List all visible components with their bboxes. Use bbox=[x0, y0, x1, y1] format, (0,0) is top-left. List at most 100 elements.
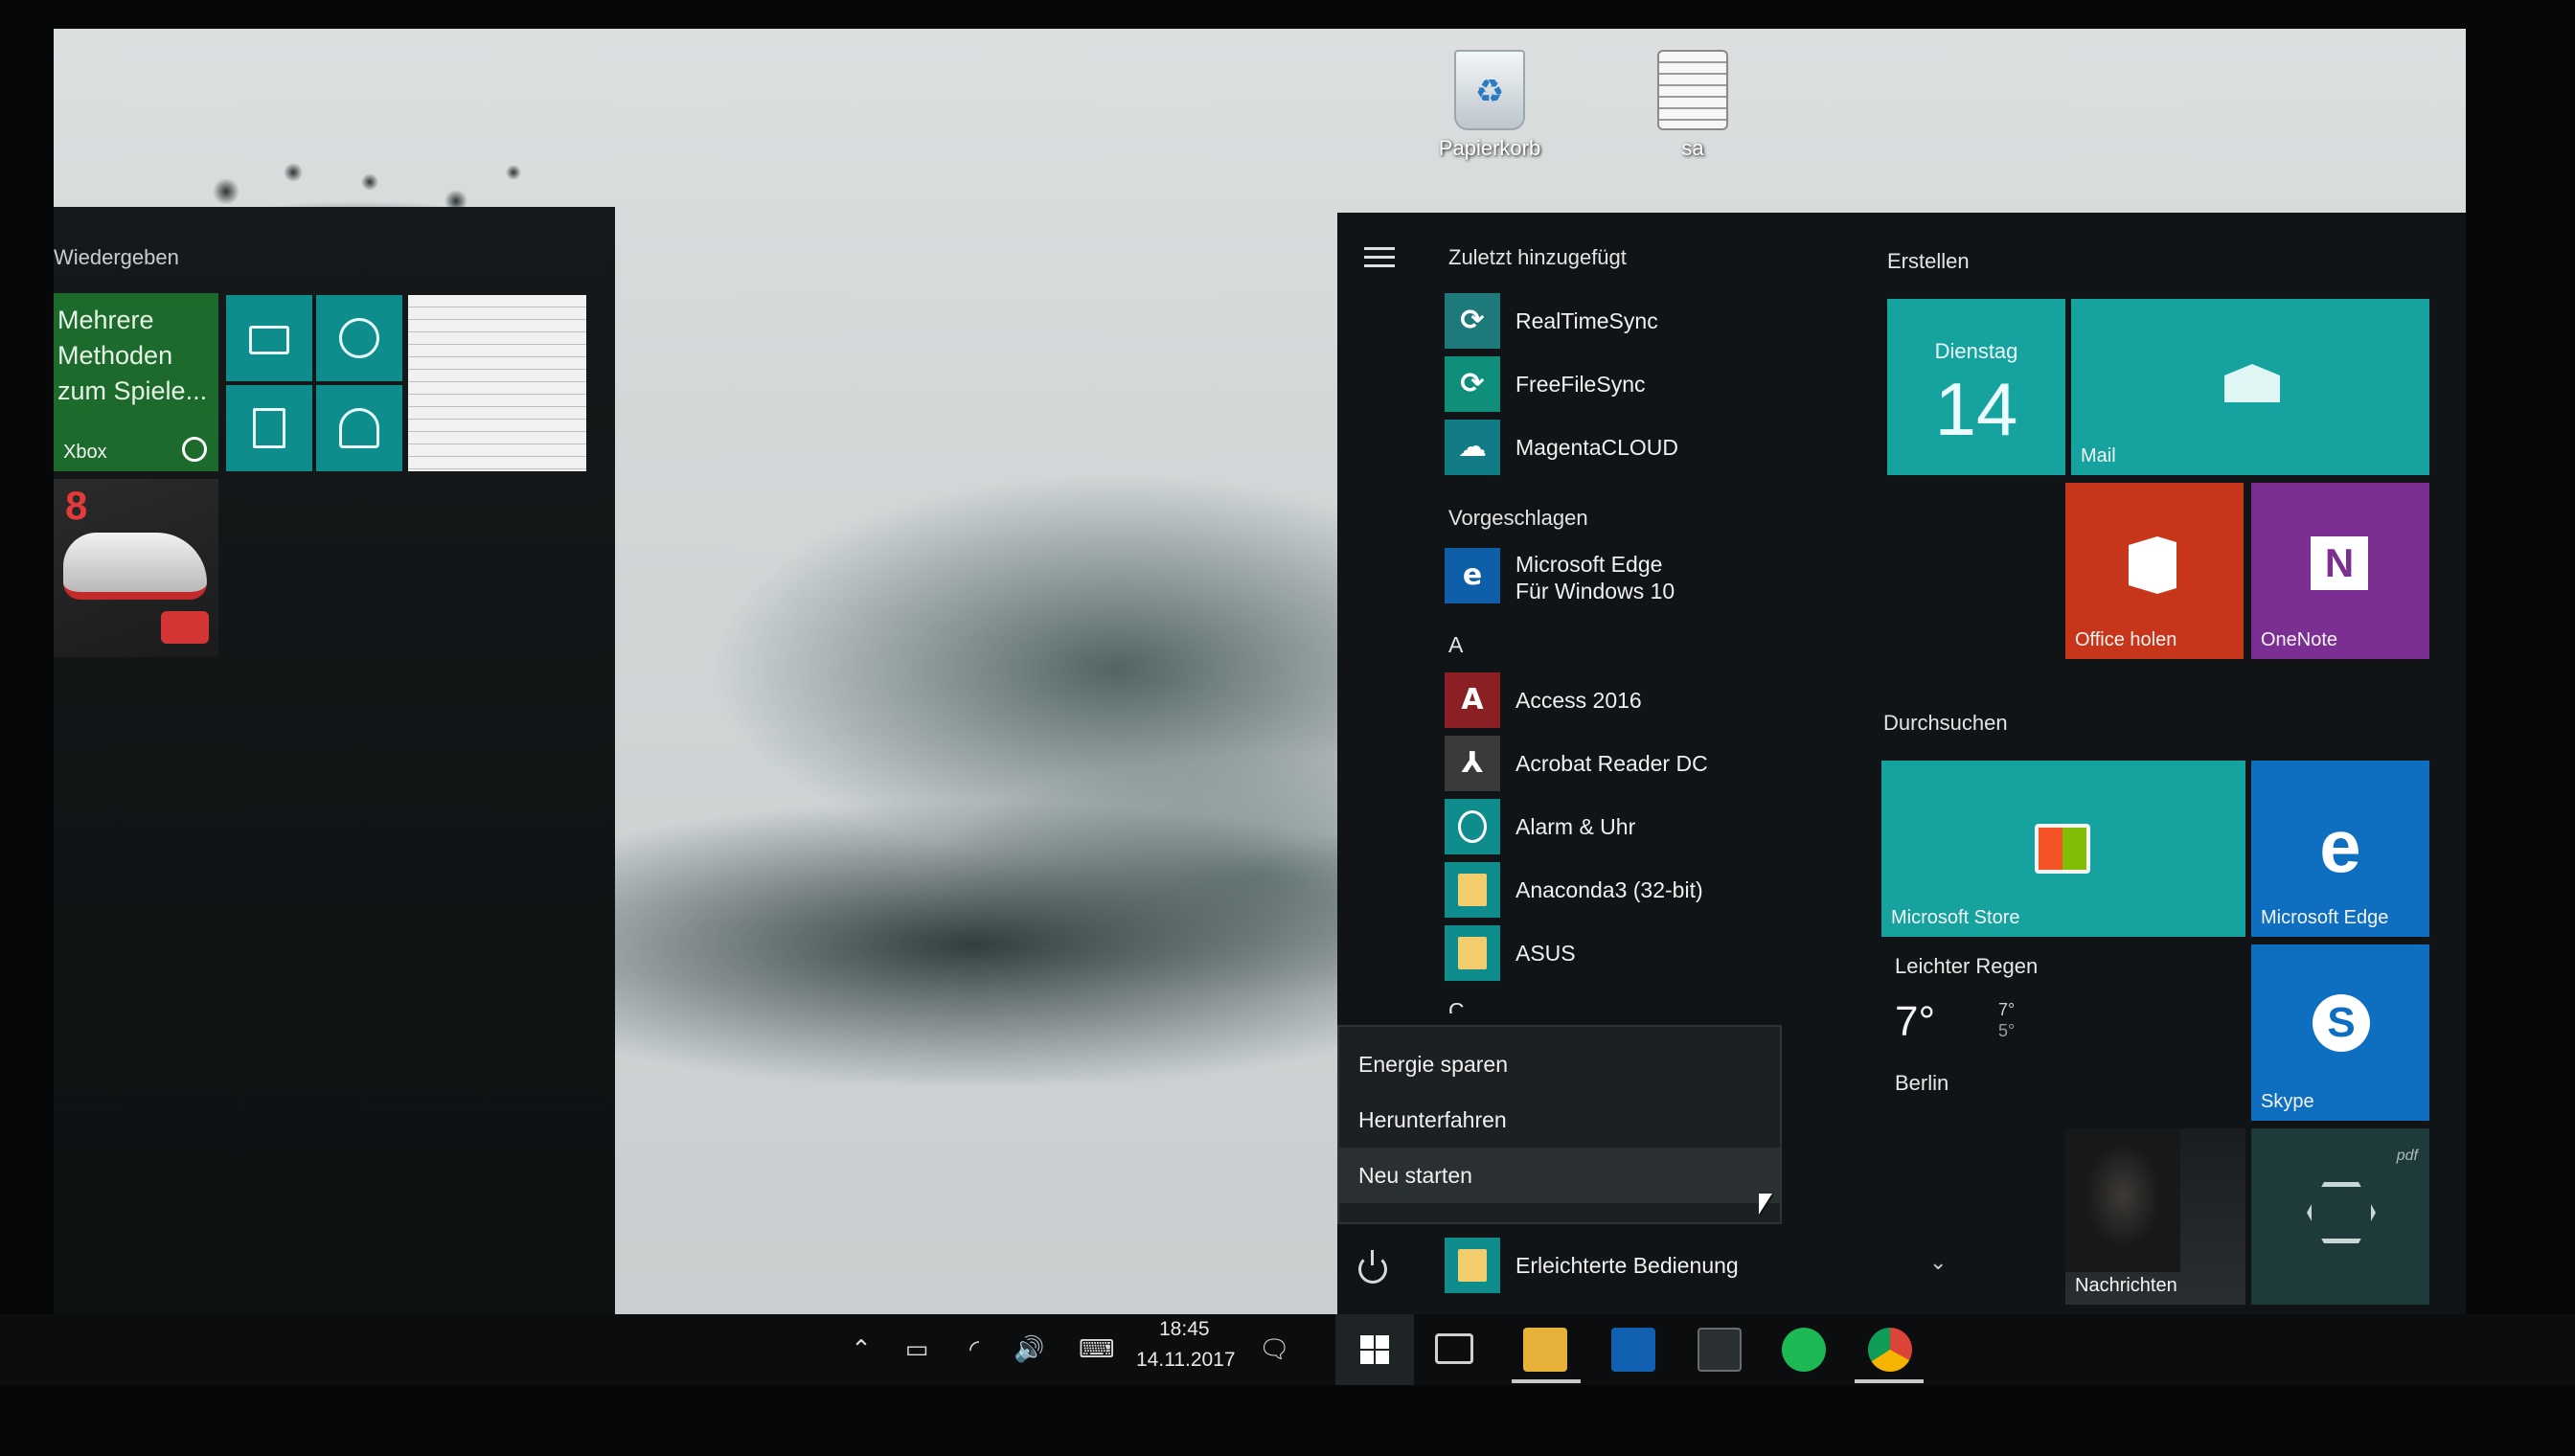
start-menu: Zuletzt hinzugefügt ⟳ RealTimeSync ⟳ Fre… bbox=[1337, 213, 2466, 1314]
weather-low: 5° bbox=[1998, 1021, 2016, 1040]
hexagon-icon bbox=[2307, 1182, 2376, 1243]
app-name: ASUS bbox=[1515, 941, 1576, 966]
tile-groove-music[interactable] bbox=[316, 295, 402, 381]
section-recently-added: Zuletzt hinzugefügt bbox=[1448, 245, 1627, 269]
notification-center-icon[interactable]: 🗨 bbox=[1259, 1335, 1290, 1364]
tile-onenote[interactable]: N OneNote bbox=[2251, 483, 2429, 659]
app-name: FreeFileSync bbox=[1515, 372, 1646, 397]
app-item-realtimesync[interactable]: ⟳ RealTimeSync bbox=[1445, 293, 1847, 353]
tile-group-browse: Durchsuchen bbox=[1883, 711, 2008, 735]
edge-icon: e bbox=[1445, 548, 1500, 603]
text-file-icon bbox=[1657, 50, 1728, 130]
task-view-icon[interactable] bbox=[1435, 1333, 1473, 1364]
tile-label: Xbox bbox=[63, 442, 107, 463]
tile-weather[interactable]: Leichter Regen 7° 7° 5° Berlin bbox=[1881, 944, 2245, 1121]
start-tiles-area: Erstellen Dienstag 14 Mail Office holen … bbox=[1874, 213, 2466, 1314]
app-item-freefilesync[interactable]: ⟳ FreeFileSync bbox=[1445, 356, 1847, 416]
file-explorer-icon[interactable] bbox=[1523, 1328, 1567, 1372]
tile-news[interactable]: Nachrichten bbox=[2065, 1128, 2245, 1305]
tile-label: Microsoft Store bbox=[1891, 907, 2020, 928]
windows-logo-icon bbox=[1360, 1335, 1389, 1364]
tile-label: Mail bbox=[2081, 445, 2116, 466]
game-number: 8 bbox=[65, 483, 88, 528]
spotify-icon[interactable] bbox=[1782, 1328, 1826, 1372]
app-folder-anaconda[interactable]: Anaconda3 (32-bit) ⌄ bbox=[1445, 862, 1947, 921]
tile-pdf-app[interactable]: pdf bbox=[2251, 1128, 2429, 1305]
show-hidden-icons-chevron-icon[interactable]: ⌃ bbox=[847, 1335, 876, 1364]
tile-microsoft-store[interactable]: Microsoft Store bbox=[1881, 761, 2245, 937]
tile-asphalt-game[interactable]: 8 bbox=[54, 479, 218, 657]
app-item-acrobat[interactable]: ⅄ Acrobat Reader DC bbox=[1445, 736, 1847, 795]
mouse-cursor-icon bbox=[1759, 1194, 1772, 1215]
tile-label: Microsoft Edge bbox=[2261, 907, 2389, 928]
touch-keyboard-icon[interactable]: ⌨ bbox=[1079, 1335, 1115, 1364]
app-item-alarm[interactable]: Alarm & Uhr bbox=[1445, 799, 1847, 858]
network-icon[interactable]: ◜ bbox=[960, 1335, 989, 1364]
tile-camera[interactable] bbox=[316, 385, 402, 471]
taskbar: ⌃ ▭ ◜ 🔊 ⌨ 18:45 14.11.2017 🗨 bbox=[0, 1314, 2575, 1385]
xbox-tile-text: Mehrere Methoden zum Spiele... bbox=[57, 306, 208, 405]
tile-office[interactable]: Office holen bbox=[2065, 483, 2244, 659]
weather-city: Berlin bbox=[1895, 1071, 1949, 1095]
tile-document-preview[interactable] bbox=[408, 295, 586, 471]
clock-date[interactable]: 14.11.2017 bbox=[1136, 1349, 1236, 1372]
tile-microsoft-edge[interactable]: e Microsoft Edge bbox=[2251, 761, 2429, 937]
menu-item-restart[interactable]: Neu starten bbox=[1339, 1148, 1780, 1203]
tile-label: Skype bbox=[2261, 1091, 2314, 1112]
app-name: Access 2016 bbox=[1515, 688, 1642, 713]
weather-high: 7° bbox=[1998, 1000, 2016, 1019]
app-name: MagentaCLOUD bbox=[1515, 435, 1679, 460]
folder-icon bbox=[1445, 925, 1500, 981]
acrobat-icon: ⅄ bbox=[1445, 736, 1500, 791]
tile-label: OneNote bbox=[2261, 629, 2338, 650]
calendar-date: 14 bbox=[1934, 367, 2018, 451]
app-list: Zuletzt hinzugefügt ⟳ RealTimeSync ⟳ Fre… bbox=[1337, 213, 1947, 1314]
tile-mail[interactable]: Mail bbox=[2071, 299, 2429, 475]
desktop-icon-file[interactable]: sa bbox=[1621, 50, 1765, 161]
clock-time[interactable]: 18:45 bbox=[1159, 1318, 1210, 1341]
app-name: RealTimeSync bbox=[1515, 308, 1658, 333]
recycle-bin-icon bbox=[1454, 50, 1525, 130]
pdf-tag: pdf bbox=[2396, 1148, 2418, 1164]
menu-item-shutdown[interactable]: Herunterfahren bbox=[1339, 1092, 1780, 1148]
gameloft-badge-icon bbox=[161, 611, 209, 644]
menu-item-sleep[interactable]: Energie sparen bbox=[1339, 1036, 1780, 1092]
freefilesync-icon: ⟳ bbox=[1445, 356, 1500, 412]
outlook-icon[interactable] bbox=[1611, 1328, 1655, 1372]
app-item-access[interactable]: A Access 2016 bbox=[1445, 672, 1847, 732]
xbox-icon bbox=[182, 437, 207, 462]
app-item-magentacloud[interactable]: ☁ MagentaCLOUD bbox=[1445, 420, 1847, 479]
hamburger-menu-icon[interactable] bbox=[1364, 247, 1395, 268]
alarm-clock-icon bbox=[1445, 799, 1500, 854]
active-app-indicator bbox=[1512, 1379, 1581, 1383]
tile-calendar[interactable]: Dienstag 14 bbox=[1887, 299, 2065, 475]
power-icon[interactable] bbox=[1358, 1250, 1387, 1284]
tile-skype[interactable]: S Skype bbox=[2251, 944, 2429, 1121]
music-icon bbox=[339, 318, 379, 358]
menu-item-label: Energie sparen bbox=[1358, 1052, 1508, 1077]
app-folder-accessibility[interactable]: Erleichterte Bedienung ⌄ bbox=[1445, 1238, 1947, 1297]
start-button[interactable] bbox=[1335, 1314, 1414, 1385]
letter-header-a[interactable]: A bbox=[1448, 632, 1463, 658]
tile-label: Office holen bbox=[2075, 629, 2177, 650]
weather-condition: Leichter Regen bbox=[1895, 954, 2039, 978]
desktop-icon-label: sa bbox=[1681, 136, 1704, 160]
app-item-suggested-edge[interactable]: e Microsoft Edge Für Windows 10 bbox=[1445, 548, 1847, 617]
skype-icon: S bbox=[2313, 994, 2370, 1052]
car-image bbox=[63, 533, 207, 600]
calculator-icon bbox=[253, 408, 285, 448]
office-icon bbox=[2129, 536, 2176, 594]
store-bag-icon bbox=[2035, 824, 2090, 874]
letter-header-c[interactable]: C bbox=[1448, 998, 1465, 1013]
battery-icon[interactable]: ▭ bbox=[902, 1335, 931, 1364]
tile-xbox[interactable]: Mehrere Methoden zum Spiele... Xbox bbox=[54, 293, 218, 471]
access-icon: A bbox=[1445, 672, 1500, 728]
tile-movies[interactable] bbox=[226, 295, 312, 381]
app-folder-asus[interactable]: ASUS ⌄ bbox=[1445, 925, 1947, 985]
desktop-icon-recycle-bin[interactable]: Papierkorb bbox=[1418, 50, 1561, 161]
tile-calculator[interactable] bbox=[226, 385, 312, 471]
chrome-icon[interactable] bbox=[1868, 1328, 1912, 1372]
news-photo bbox=[2065, 1128, 2180, 1272]
terminal-icon[interactable] bbox=[1698, 1328, 1742, 1372]
volume-icon[interactable]: 🔊 bbox=[1014, 1335, 1044, 1364]
